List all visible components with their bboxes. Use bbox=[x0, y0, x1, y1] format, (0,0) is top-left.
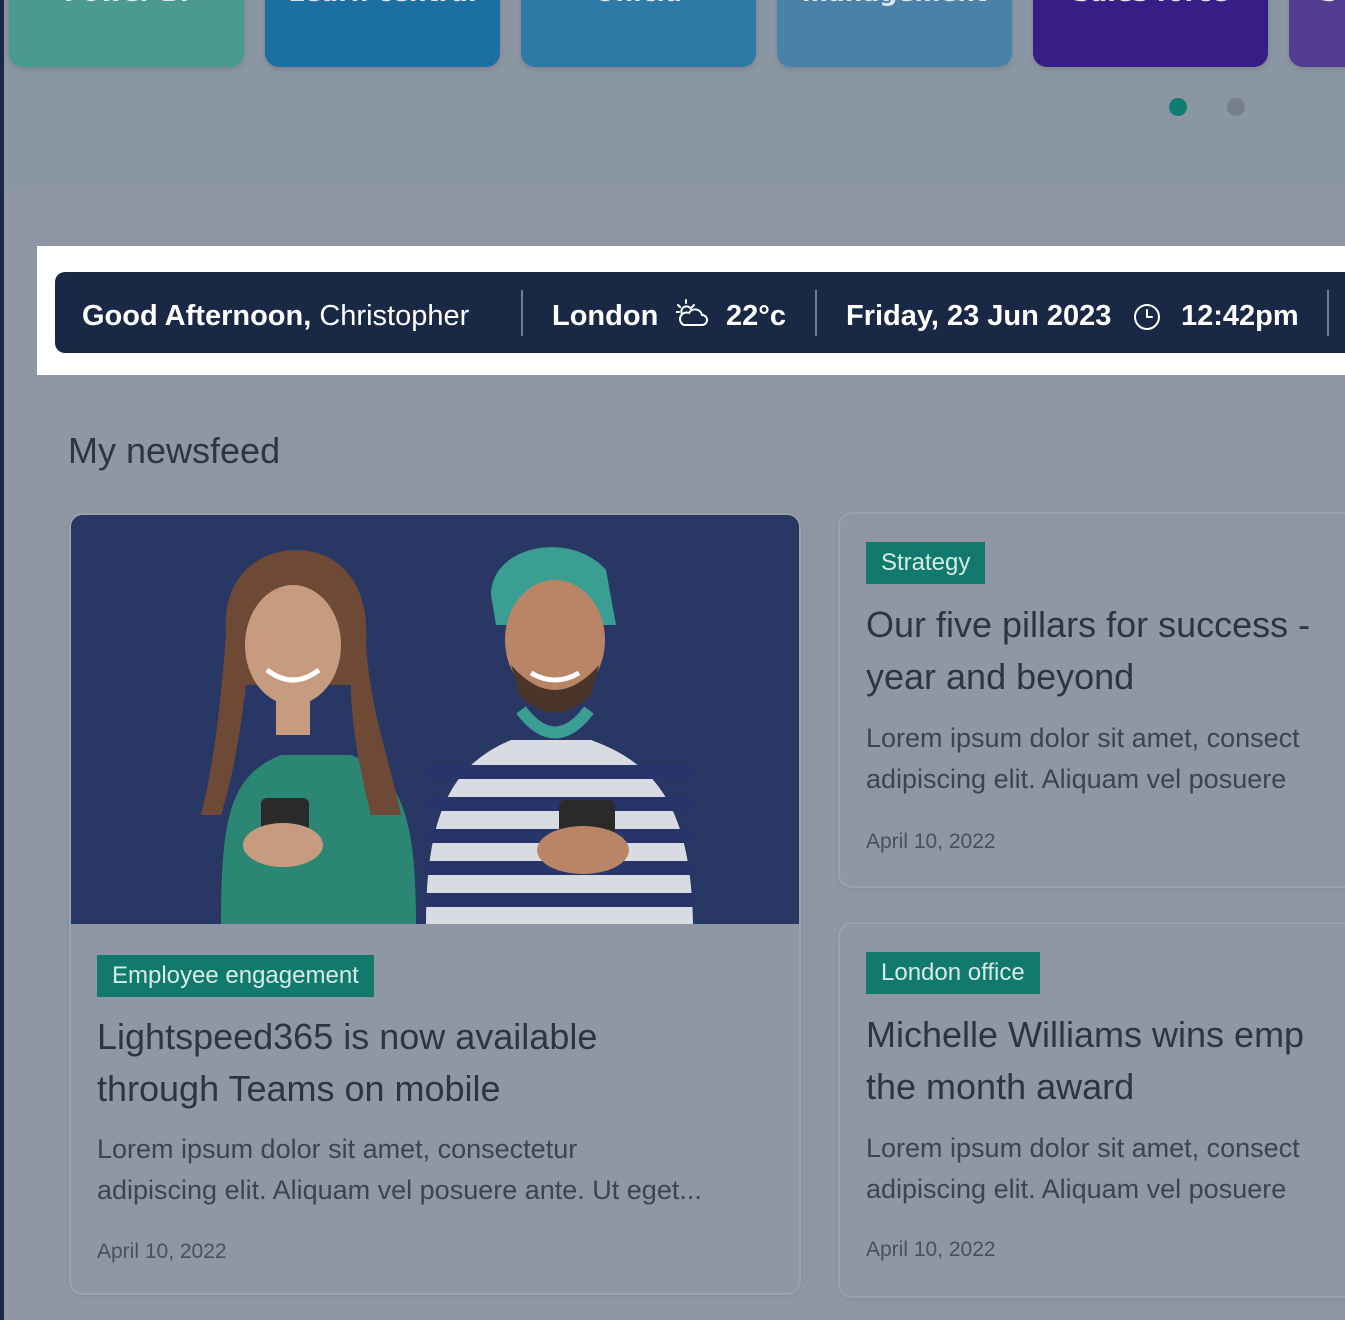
article-date: April 10, 2022 bbox=[866, 830, 996, 853]
article-headline[interactable]: Lightspeed365 is now available through T… bbox=[97, 1011, 597, 1115]
headline-line: year and beyond bbox=[866, 656, 1135, 697]
article-date: April 10, 2022 bbox=[866, 1238, 996, 1261]
article-tag[interactable]: Employee engagement bbox=[97, 955, 374, 997]
excerpt-line: Lorem ipsum dolor sit amet, consectetur bbox=[97, 1134, 578, 1164]
app-tile-sales-force[interactable]: Sales force bbox=[1033, 0, 1268, 67]
article-tag[interactable]: London office bbox=[866, 952, 1040, 994]
article-excerpt: Lorem ipsum dolor sit amet, consect adip… bbox=[866, 718, 1300, 800]
app-tile-label: management bbox=[777, 0, 1012, 8]
news-card[interactable]: Strategy Our five pillars for success - … bbox=[838, 512, 1345, 888]
app-tile-power-bi[interactable]: Power BI bbox=[9, 0, 244, 67]
app-tile-label: S bbox=[1289, 0, 1345, 8]
temperature: 22°c bbox=[726, 300, 786, 332]
article-tag[interactable]: Strategy bbox=[866, 542, 986, 584]
divider bbox=[1327, 290, 1329, 336]
time-label: 12:42pm bbox=[1181, 300, 1299, 332]
app-tile-management[interactable]: management bbox=[777, 0, 1012, 67]
city-label: London bbox=[552, 300, 659, 332]
divider bbox=[815, 290, 817, 336]
news-card[interactable]: London office Michelle Williams wins emp… bbox=[838, 922, 1345, 1298]
app-tile-label: Learn central bbox=[265, 0, 500, 8]
greeting-salutation: Good Afternoon, bbox=[82, 300, 312, 332]
headline-line: Our five pillars for success - bbox=[866, 604, 1311, 645]
clock-icon bbox=[1133, 303, 1161, 331]
excerpt-line: Lorem ipsum dolor sit amet, consect bbox=[866, 723, 1300, 753]
carousel-dot-active[interactable] bbox=[1169, 98, 1187, 116]
excerpt-line: adipiscing elit. Aliquam vel posuere ant… bbox=[97, 1175, 702, 1205]
article-headline[interactable]: Michelle Williams wins emp the month awa… bbox=[866, 1009, 1304, 1113]
headline-line: through Teams on mobile bbox=[97, 1068, 501, 1109]
date-label: Friday, 23 Jun 2023 bbox=[846, 300, 1112, 332]
divider bbox=[521, 290, 523, 336]
excerpt-line: adipiscing elit. Aliquam vel posuere bbox=[866, 1174, 1287, 1204]
excerpt-line: Lorem ipsum dolor sit amet, consect bbox=[866, 1133, 1300, 1163]
headline-line: Lightspeed365 is now available bbox=[97, 1016, 598, 1057]
excerpt-line: adipiscing elit. Aliquam vel posuere bbox=[866, 764, 1287, 794]
app-tile-label: Sales force bbox=[1033, 0, 1268, 8]
article-date: April 10, 2022 bbox=[97, 1240, 227, 1263]
app-tile-label: Unicla bbox=[521, 0, 756, 8]
app-tile-partial[interactable]: S bbox=[1289, 0, 1345, 67]
app-tile-unicla[interactable]: Unicla bbox=[521, 0, 756, 67]
greeting-text: Good Afternoon, Christopher bbox=[82, 272, 469, 360]
app-tile-label: Power BI bbox=[9, 0, 244, 8]
greeting-bar: Good Afternoon, Christopher London 22°c … bbox=[55, 272, 1345, 353]
headline-line: Michelle Williams wins emp bbox=[866, 1014, 1305, 1055]
partly-cloudy-icon bbox=[675, 299, 710, 329]
news-card-featured[interactable]: Employee engagement Lightspeed365 is now… bbox=[69, 513, 801, 1295]
app-tile-learn-central[interactable]: Learn central bbox=[265, 0, 500, 67]
article-excerpt: Lorem ipsum dolor sit amet, consectetur … bbox=[97, 1129, 702, 1211]
newsfeed-title: My newsfeed bbox=[68, 430, 281, 471]
article-headline[interactable]: Our five pillars for success - year and … bbox=[866, 599, 1310, 703]
article-excerpt: Lorem ipsum dolor sit amet, consect adip… bbox=[866, 1128, 1300, 1210]
sidebar-edge bbox=[0, 0, 4, 1320]
user-name: Christopher bbox=[319, 300, 470, 332]
article-photo bbox=[71, 515, 799, 924]
carousel-dot[interactable] bbox=[1227, 98, 1245, 116]
headline-line: the month award bbox=[866, 1066, 1135, 1107]
